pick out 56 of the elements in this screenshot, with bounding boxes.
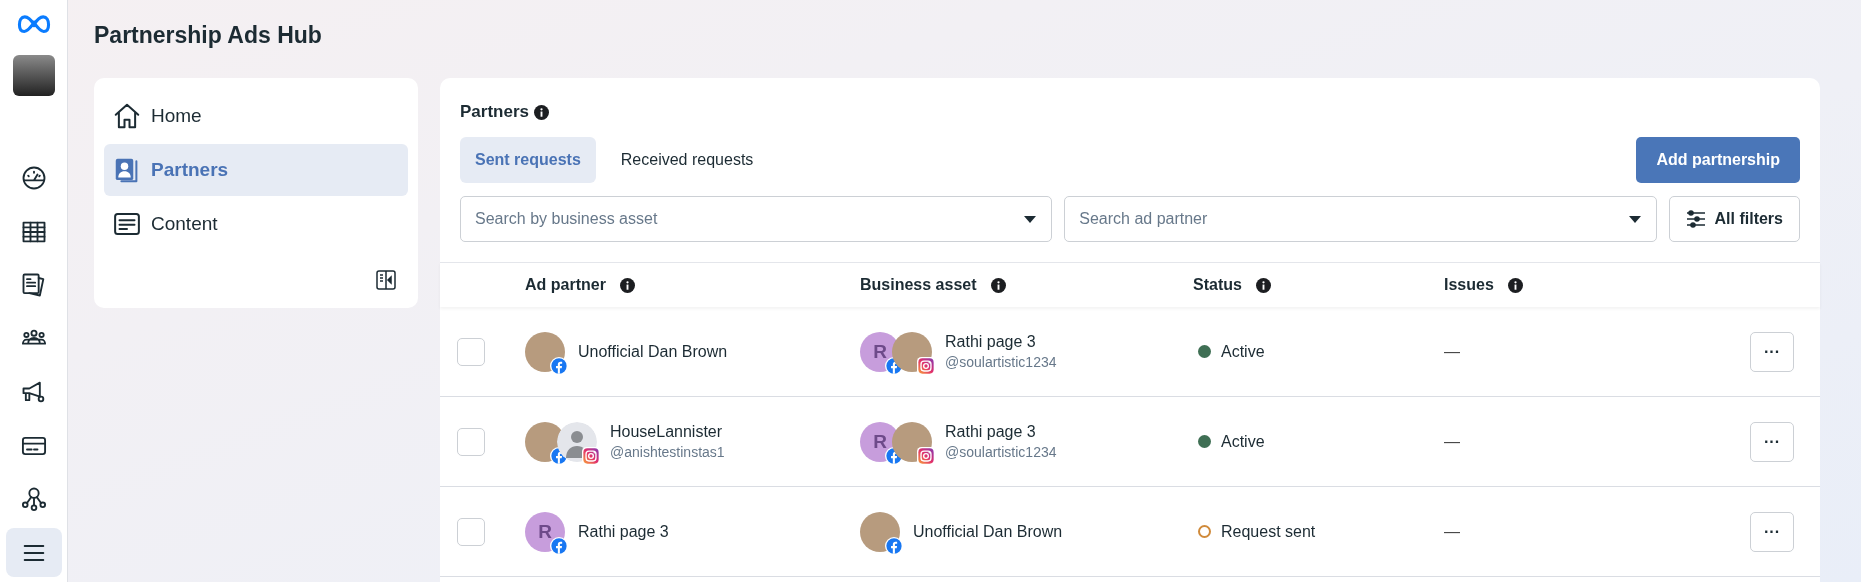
instagram-badge-icon [582, 446, 600, 465]
search-dropdown[interactable]: Search by business asset [460, 196, 1053, 242]
search-dropdown[interactable]: Search ad partner [1064, 196, 1657, 242]
facebook-badge-icon [885, 536, 903, 555]
account-handle: @anishtestinstas1 [610, 444, 725, 460]
all-filters-button[interactable]: All filters [1668, 196, 1800, 242]
issues-value: — [1444, 522, 1460, 540]
info-icon [534, 104, 549, 120]
info-icon [1507, 277, 1523, 293]
column-header: Status [1193, 276, 1242, 294]
row-checkbox[interactable] [457, 427, 485, 456]
instagram-badge-icon [917, 356, 935, 375]
account-handle: @soulartistic1234 [945, 354, 1057, 370]
tab[interactable]: Received requests [605, 137, 769, 183]
facebook-badge-icon [550, 536, 568, 555]
network-icon [19, 485, 48, 514]
account-name: Unofficial Dan Brown [578, 342, 728, 361]
more-options-button[interactable]: ··· [1750, 511, 1794, 552]
nav-item[interactable]: Content [104, 198, 408, 250]
instagram-badge-icon [917, 446, 935, 465]
page-title: Partnership Ads Hub [94, 22, 323, 49]
info-icon [619, 277, 635, 293]
account-name: Rathi page 3 [578, 522, 669, 541]
account-name: Rathi page 3 [945, 333, 1037, 351]
account-name: Rathi page 3 [945, 423, 1037, 441]
more-options-button[interactable]: ··· [1750, 331, 1794, 372]
info-icon [1255, 277, 1271, 293]
issues-value: — [1444, 342, 1460, 360]
nav-item[interactable]: Partners [104, 144, 408, 196]
issues-value: — [1444, 432, 1460, 450]
account-name: Unofficial Dan Brown [913, 522, 1063, 541]
facebook-badge-icon [550, 356, 568, 375]
dropdown-caret-icon [1628, 216, 1641, 223]
add-partnership-button[interactable]: Add partnership [1636, 137, 1800, 183]
account-name: HouseLannister [610, 423, 724, 441]
status-label: Request sent [1221, 522, 1316, 541]
account-photo-placeholder[interactable] [12, 55, 55, 97]
row-checkbox[interactable] [457, 517, 485, 546]
tab[interactable]: Sent requests [460, 137, 596, 183]
column-header: Issues [1444, 276, 1494, 294]
infinity-logo[interactable] [15, 14, 52, 36]
nav-item[interactable]: Home [104, 90, 408, 142]
status-label: Active [1221, 342, 1265, 361]
more-options-button[interactable]: ··· [1750, 421, 1794, 462]
row-checkbox[interactable] [457, 337, 485, 366]
account-handle: @soulartistic1234 [945, 444, 1057, 460]
column-header: Business asset [860, 276, 977, 294]
collapse-panel-icon[interactable] [374, 268, 398, 292]
sliders-icon [1685, 210, 1706, 228]
section-title: Partners [460, 102, 529, 122]
home-icon [112, 101, 142, 131]
status-label: Active [1221, 432, 1265, 451]
dropdown-caret-icon [1024, 216, 1037, 223]
column-header: Ad partner [525, 276, 606, 294]
menu-button[interactable] [5, 528, 62, 577]
info-icon [990, 277, 1006, 293]
